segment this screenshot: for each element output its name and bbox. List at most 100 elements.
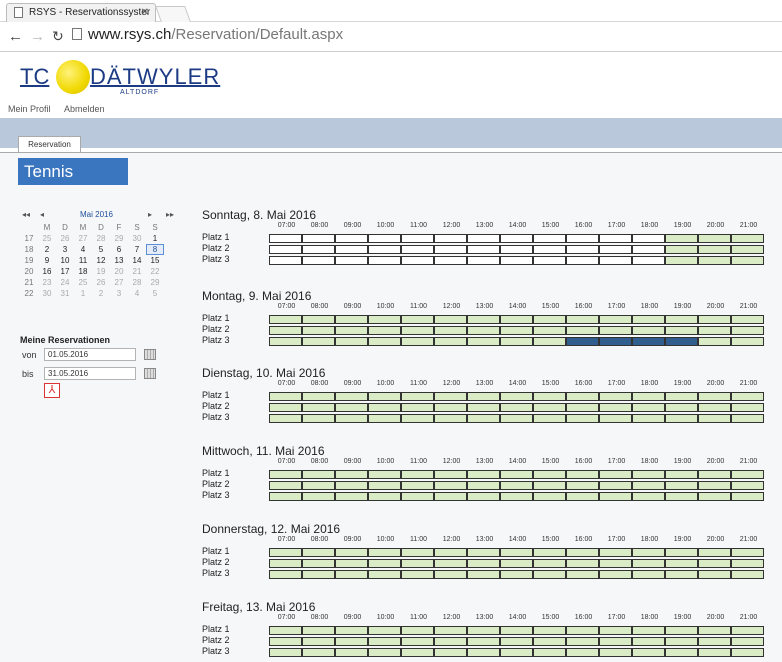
free-slot[interactable] [665, 626, 698, 635]
first-month-icon[interactable]: ◂◂ [22, 210, 30, 219]
forward-icon[interactable]: → [30, 28, 45, 45]
free-slot[interactable] [302, 570, 335, 579]
calendar-day[interactable]: 8 [146, 244, 164, 255]
free-slot[interactable] [566, 326, 599, 335]
back-icon[interactable]: ← [8, 28, 23, 45]
free-slot[interactable] [434, 492, 467, 501]
free-slot[interactable] [368, 470, 401, 479]
free-slot[interactable] [533, 648, 566, 657]
calendar-day[interactable]: 9 [38, 256, 56, 265]
free-slot[interactable] [302, 392, 335, 401]
free-slot[interactable] [665, 481, 698, 490]
calendar-day[interactable]: 24 [56, 278, 74, 287]
free-slot[interactable] [599, 548, 632, 557]
calendar-day[interactable]: 16 [38, 267, 56, 276]
free-slot[interactable] [566, 414, 599, 423]
free-slot[interactable] [269, 315, 302, 324]
free-slot[interactable] [302, 637, 335, 646]
free-slot[interactable] [599, 403, 632, 412]
free-slot[interactable] [698, 315, 731, 324]
free-slot[interactable] [665, 403, 698, 412]
calendar-day[interactable]: 25 [74, 278, 92, 287]
free-slot[interactable] [533, 570, 566, 579]
free-slot[interactable] [500, 481, 533, 490]
free-slot[interactable] [566, 392, 599, 401]
calendar-day[interactable]: 14 [128, 256, 146, 265]
free-slot[interactable] [368, 648, 401, 657]
free-slot[interactable] [698, 648, 731, 657]
calendar-day[interactable]: 6 [110, 245, 128, 254]
free-slot[interactable] [467, 637, 500, 646]
calendar-day[interactable]: 21 [128, 267, 146, 276]
free-slot[interactable] [434, 470, 467, 479]
calendar-day[interactable]: 31 [56, 289, 74, 298]
free-slot[interactable] [665, 256, 698, 265]
free-slot[interactable] [335, 626, 368, 635]
free-slot[interactable] [368, 481, 401, 490]
free-slot[interactable] [665, 548, 698, 557]
free-slot[interactable] [566, 548, 599, 557]
browser-tab[interactable]: RSYS - Reservationssyster ✕ [6, 3, 156, 22]
free-slot[interactable] [533, 403, 566, 412]
free-slot[interactable] [500, 637, 533, 646]
free-slot[interactable] [698, 548, 731, 557]
free-slot[interactable] [434, 392, 467, 401]
free-slot[interactable] [566, 492, 599, 501]
calendar-day[interactable]: 5 [146, 289, 164, 298]
free-slot[interactable] [665, 414, 698, 423]
calendar-day[interactable]: 25 [38, 234, 56, 243]
booked-slot[interactable] [665, 337, 698, 346]
calendar-day[interactable]: 28 [128, 278, 146, 287]
free-slot[interactable] [401, 626, 434, 635]
calendar-icon[interactable] [144, 368, 156, 379]
free-slot[interactable] [698, 392, 731, 401]
calendar-day[interactable]: 11 [74, 256, 92, 265]
free-slot[interactable] [698, 481, 731, 490]
free-slot[interactable] [566, 637, 599, 646]
club-logo[interactable]: TC DÄTWYLER ALTDORF [20, 57, 219, 98]
free-slot[interactable] [566, 403, 599, 412]
free-slot[interactable] [368, 326, 401, 335]
free-slot[interactable] [302, 470, 335, 479]
free-slot[interactable] [599, 570, 632, 579]
free-slot[interactable] [500, 337, 533, 346]
free-slot[interactable] [665, 492, 698, 501]
free-slot[interactable] [665, 245, 698, 254]
free-slot[interactable] [401, 648, 434, 657]
free-slot[interactable] [434, 548, 467, 557]
free-slot[interactable] [731, 559, 764, 568]
free-slot[interactable] [335, 481, 368, 490]
calendar-day[interactable]: 22 [146, 267, 164, 276]
free-slot[interactable] [401, 470, 434, 479]
booked-slot[interactable] [632, 337, 665, 346]
calendar-day[interactable]: 29 [110, 234, 128, 243]
free-slot[interactable] [731, 570, 764, 579]
free-slot[interactable] [731, 256, 764, 265]
free-slot[interactable] [467, 481, 500, 490]
free-slot[interactable] [302, 315, 335, 324]
free-slot[interactable] [269, 626, 302, 635]
close-tab-icon[interactable]: ✕ [141, 4, 149, 22]
free-slot[interactable] [302, 548, 335, 557]
free-slot[interactable] [566, 626, 599, 635]
calendar-day[interactable]: 27 [110, 278, 128, 287]
free-slot[interactable] [269, 403, 302, 412]
free-slot[interactable] [599, 414, 632, 423]
calendar-month[interactable]: Mai 2016 [80, 210, 113, 219]
free-slot[interactable] [368, 315, 401, 324]
free-slot[interactable] [632, 392, 665, 401]
free-slot[interactable] [335, 570, 368, 579]
free-slot[interactable] [731, 492, 764, 501]
free-slot[interactable] [500, 470, 533, 479]
free-slot[interactable] [401, 548, 434, 557]
free-slot[interactable] [467, 570, 500, 579]
free-slot[interactable] [269, 481, 302, 490]
free-slot[interactable] [533, 481, 566, 490]
free-slot[interactable] [632, 414, 665, 423]
free-slot[interactable] [368, 337, 401, 346]
free-slot[interactable] [434, 315, 467, 324]
free-slot[interactable] [599, 637, 632, 646]
calendar-day[interactable]: 30 [38, 289, 56, 298]
free-slot[interactable] [731, 548, 764, 557]
free-slot[interactable] [401, 392, 434, 401]
